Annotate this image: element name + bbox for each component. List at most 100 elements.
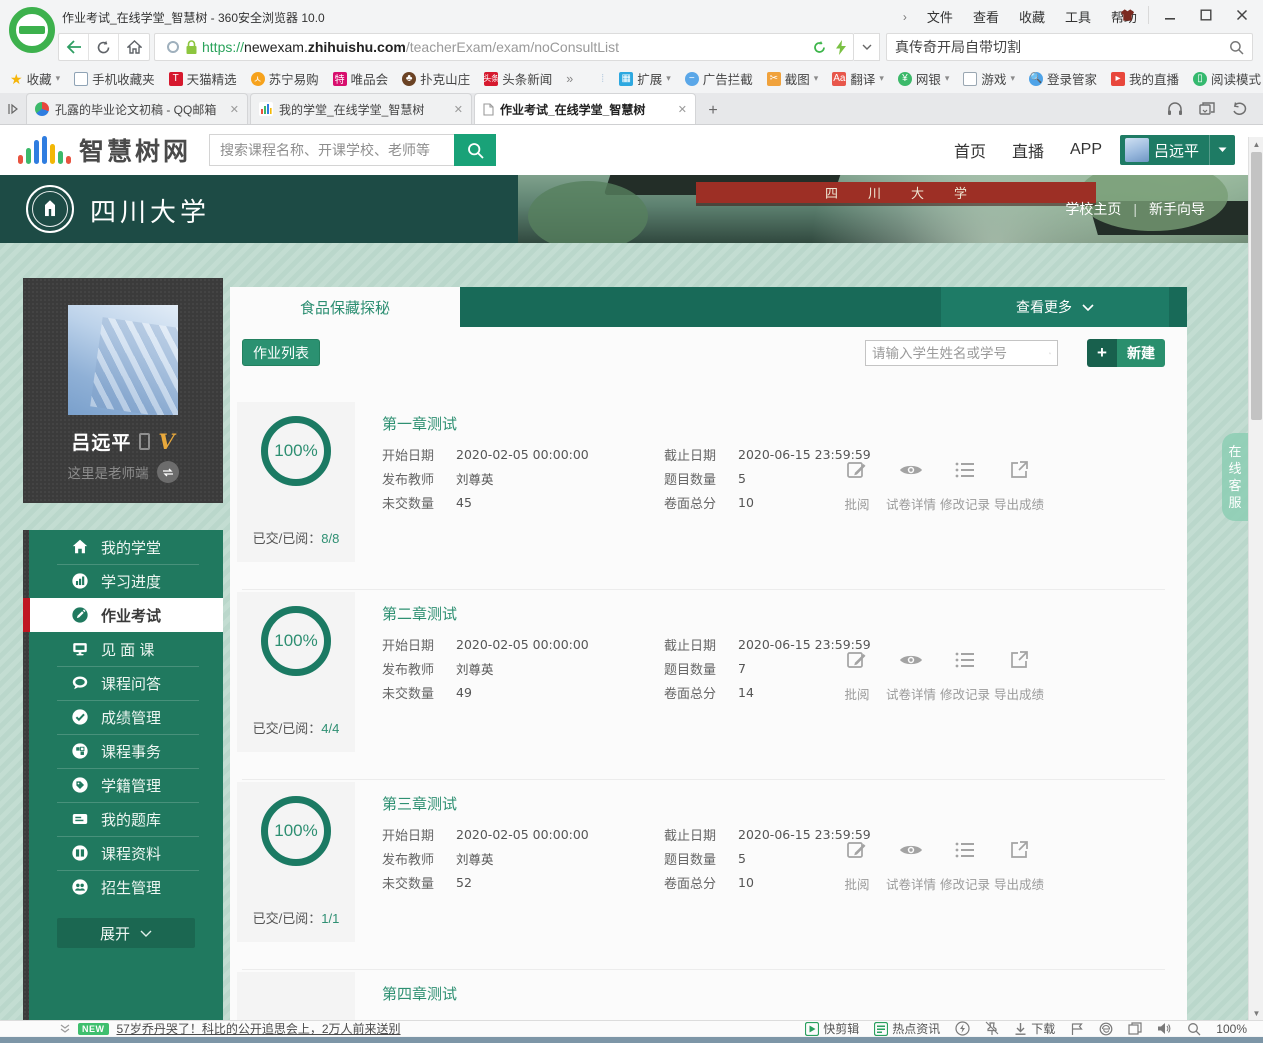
ie-compat-icon[interactable]: [1099, 1022, 1113, 1036]
site-info-icon[interactable]: [167, 41, 179, 53]
toolbar-translate[interactable]: Aa翻译▾: [832, 69, 884, 88]
menu-collapse-icon[interactable]: ›: [903, 10, 907, 24]
speed-mode-icon[interactable]: [835, 40, 847, 55]
new-tab-button[interactable]: +: [700, 98, 726, 124]
tab-my-classroom[interactable]: 我的学堂_在线学堂_智慧树 ✕: [250, 93, 472, 124]
sidebar-item-progress[interactable]: 学习进度: [29, 564, 223, 598]
scrollbar-thumb[interactable]: [1251, 152, 1262, 420]
online-service-tab[interactable]: 在线客服: [1222, 433, 1248, 521]
course-search-input[interactable]: [209, 134, 454, 166]
nav-home[interactable]: 首页: [954, 138, 986, 162]
omnibox-search-input[interactable]: [895, 39, 1229, 55]
collapse-chevrons-icon[interactable]: [60, 1024, 70, 1034]
sidebar-item-grade-management[interactable]: 成绩管理: [29, 700, 223, 734]
export-grades-button[interactable]: 导出成绩: [992, 838, 1046, 893]
newbie-guide-link[interactable]: 新手向导: [1149, 199, 1205, 219]
toolbar-extensions[interactable]: ▦扩展▾: [619, 69, 671, 88]
course-search-button[interactable]: [454, 134, 496, 166]
toolbar-games[interactable]: 游戏▾: [963, 69, 1015, 88]
booster-icon[interactable]: [955, 1021, 970, 1036]
student-search-input[interactable]: [872, 346, 1049, 361]
sidebar-item-admissions[interactable]: 招生管理: [29, 870, 223, 904]
sidebar-item-meeting-class[interactable]: 见 面 课: [29, 632, 223, 666]
scroll-down-arrow[interactable]: ▼: [1249, 1006, 1263, 1020]
user-dropdown-button[interactable]: [1209, 135, 1235, 165]
reopen-closed-tab-icon[interactable]: [1232, 102, 1247, 116]
news-headline-link[interactable]: 57岁乔丹哭了！科比的公开追思会上，2万人前来送别: [117, 1020, 401, 1037]
export-grades-button[interactable]: 导出成绩: [992, 648, 1046, 703]
change-log-button[interactable]: 修改记录: [938, 838, 992, 893]
nav-live[interactable]: 直播: [1012, 138, 1044, 162]
menu-tools[interactable]: 工具: [1065, 7, 1091, 26]
page-scrollbar[interactable]: ▲ ▼: [1248, 137, 1263, 1020]
review-button[interactable]: 批阅: [830, 458, 884, 513]
paper-details-button[interactable]: 试卷详情: [884, 838, 938, 893]
search-icon[interactable]: [1229, 40, 1244, 55]
homework-list-button[interactable]: 作业列表: [242, 339, 320, 366]
bookmark-suning[interactable]: ㅅ苏宁易购: [251, 69, 319, 88]
toolbar-screenshot[interactable]: ✂截图▾: [767, 69, 819, 88]
review-button[interactable]: 批阅: [830, 838, 884, 893]
sidebar-item-course-qa[interactable]: 课程问答: [29, 666, 223, 700]
tab-homework-exam-active[interactable]: 作业考试_在线学堂_智慧树 ✕: [474, 93, 696, 124]
sidebar-item-course-affairs[interactable]: 课程事务: [29, 734, 223, 768]
school-homepage-link[interactable]: 学校主页: [1065, 199, 1121, 219]
sidebar-item-my-classroom[interactable]: 我的学堂: [29, 530, 223, 564]
course-tab-active[interactable]: 食品保藏探秘: [230, 287, 460, 327]
exam-title-link[interactable]: 第三章测试: [382, 793, 457, 814]
site-logo-text[interactable]: 智慧树网: [79, 132, 191, 168]
bookmark-toutiao[interactable]: 头条头条新闻: [484, 69, 552, 88]
hot-news-tool[interactable]: 热点资讯: [874, 1020, 940, 1037]
tab-list-button[interactable]: [0, 93, 26, 124]
pin-icon[interactable]: [985, 1021, 999, 1036]
scroll-up-arrow[interactable]: ▲: [1249, 137, 1263, 151]
view-more-button[interactable]: 查看更多: [941, 287, 1169, 327]
user-menu[interactable]: 吕远平: [1120, 135, 1235, 165]
toolbar-ebank[interactable]: ¥网银▾: [898, 69, 950, 88]
multi-window-icon[interactable]: [1128, 1022, 1142, 1035]
exam-title-link[interactable]: 第一章测试: [382, 413, 457, 434]
exam-title-link[interactable]: 第二章测试: [382, 603, 457, 624]
speaker-icon[interactable]: [1157, 1022, 1172, 1035]
bookmark-poker[interactable]: ♣扑克山庄: [402, 69, 470, 88]
export-grades-button[interactable]: 导出成绩: [992, 458, 1046, 513]
sidebar-item-student-records[interactable]: 学籍管理: [29, 768, 223, 802]
toolbar-adblock[interactable]: −广告拦截: [685, 69, 753, 88]
sidebar-expand-button[interactable]: 展开: [57, 918, 195, 948]
sidebar-item-course-materials[interactable]: 课程资料: [29, 836, 223, 870]
menu-favorites[interactable]: 收藏: [1019, 7, 1045, 26]
maximize-button[interactable]: [1191, 3, 1221, 27]
tab-qqmail[interactable]: 孔露的毕业论文初稿 - QQ邮箱 ✕: [26, 93, 248, 124]
bookmark-favorites[interactable]: ★收藏▾: [10, 69, 60, 88]
menu-file[interactable]: 文件: [927, 7, 953, 26]
exam-title-link[interactable]: 第四章测试: [382, 983, 457, 1004]
audio-headphones-icon[interactable]: [1167, 101, 1183, 116]
home-button[interactable]: [119, 34, 149, 60]
tab-close-icon[interactable]: ✕: [230, 103, 239, 116]
download-manager[interactable]: 下载: [1014, 1020, 1055, 1037]
toolbar-reader-mode[interactable]: ▯阅读模式: [1193, 69, 1261, 88]
create-new-button[interactable]: + 新建: [1087, 339, 1165, 367]
minimize-button[interactable]: [1155, 3, 1185, 27]
zoom-level[interactable]: 100%: [1216, 1022, 1247, 1036]
bookmarks-overflow[interactable]: »: [566, 72, 573, 86]
menu-view[interactable]: 查看: [973, 7, 999, 26]
sidebar-item-question-bank[interactable]: 我的题库: [29, 802, 223, 836]
tab-close-icon[interactable]: ✕: [454, 103, 463, 116]
change-log-button[interactable]: 修改记录: [938, 458, 992, 513]
sidebar-item-homework-exam[interactable]: 作业考试: [29, 598, 223, 632]
bookmark-tmall[interactable]: T天猫精选: [169, 69, 237, 88]
back-button[interactable]: [59, 34, 89, 60]
bookmark-vip[interactable]: 特唯品会: [333, 69, 389, 88]
url-field[interactable]: https://newexam.zhihuishu.com/teacherExa…: [154, 33, 854, 61]
zhihuishu-logo-icon[interactable]: [18, 136, 71, 164]
paper-details-button[interactable]: 试卷详情: [884, 648, 938, 703]
review-button[interactable]: 批阅: [830, 648, 884, 703]
nav-app[interactable]: APP: [1070, 141, 1102, 159]
paper-details-button[interactable]: 试卷详情: [884, 458, 938, 513]
toolbar-password-manager[interactable]: 🔍登录管家: [1029, 69, 1097, 88]
refresh-button[interactable]: [89, 34, 119, 60]
zoom-search-icon[interactable]: [1187, 1022, 1201, 1036]
tab-close-icon[interactable]: ✕: [678, 103, 687, 116]
search-icon[interactable]: [1049, 346, 1051, 361]
